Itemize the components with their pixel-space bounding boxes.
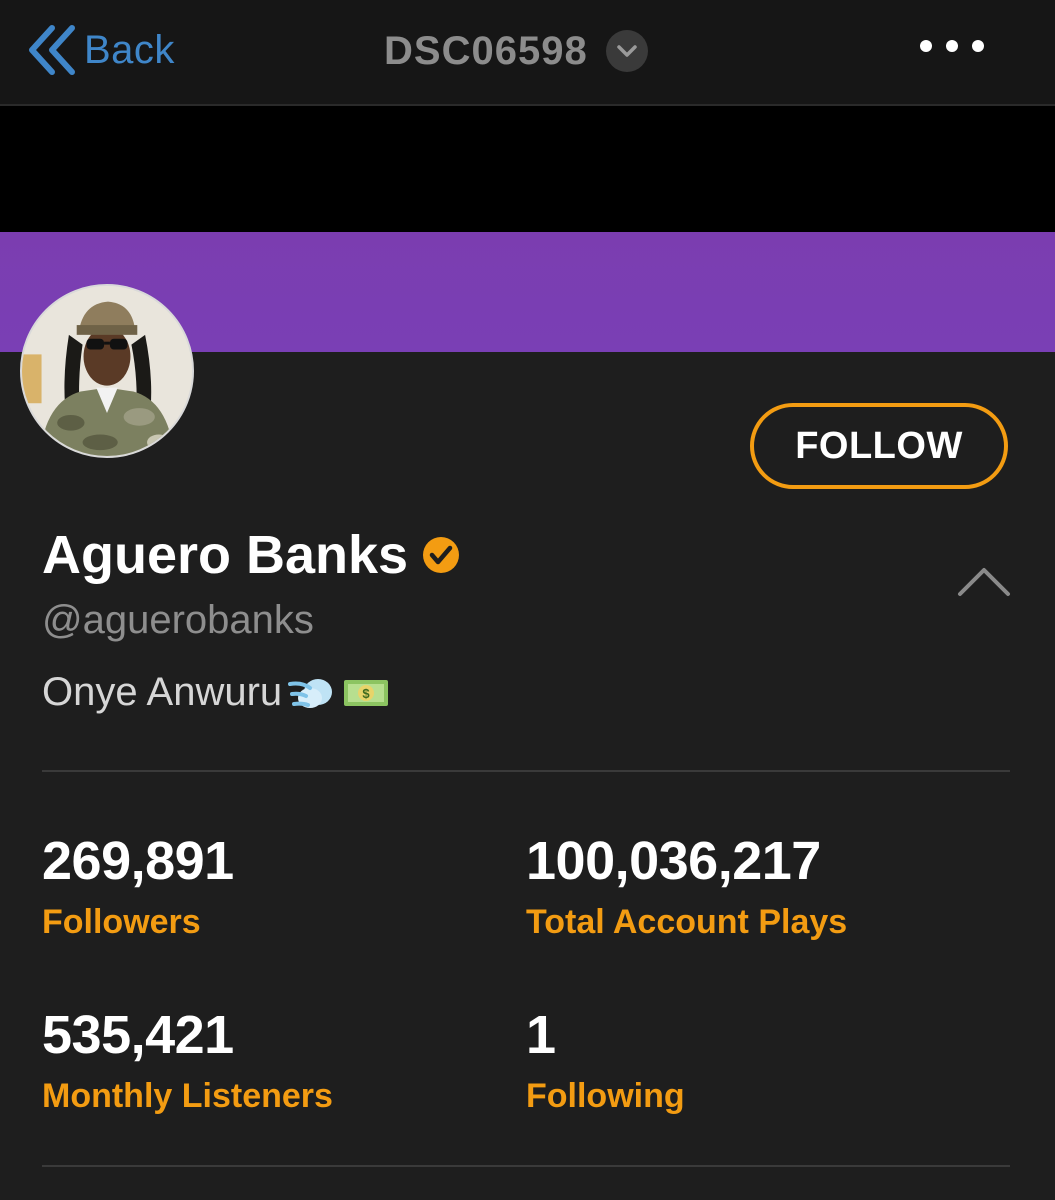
dollar-banknote-emoji-icon: $ (344, 679, 389, 706)
profile-bio: Onye Anwuru $ (42, 670, 390, 715)
profile-name: Aguero Banks (42, 525, 409, 585)
following-count[interactable]: 1 (526, 1004, 556, 1066)
more-options-icon[interactable] (920, 28, 984, 64)
more-dot (972, 40, 984, 52)
dashing-away-emoji-icon (288, 678, 333, 708)
bio-text: Onye Anwuru (42, 670, 283, 714)
header-image-area (0, 106, 1055, 232)
monthly-listeners-label: Monthly Listeners (42, 1077, 333, 1115)
back-button[interactable]: Back (26, 22, 175, 78)
avatar[interactable] (20, 284, 194, 458)
total-plays-count: 100,036,217 (526, 831, 821, 891)
followers-count[interactable]: 269,891 (42, 830, 234, 892)
more-dot (920, 40, 932, 52)
divider (42, 1165, 1010, 1167)
follow-button[interactable]: FOLLOW (750, 403, 1008, 489)
profile-handle: @aguerobanks (42, 598, 314, 642)
total-plays-label: Total Account Plays (526, 903, 848, 941)
svg-text:$: $ (363, 686, 371, 701)
chevron-up-icon[interactable] (956, 562, 1012, 602)
title-dropdown[interactable]: DSC06598 (384, 26, 648, 76)
avatar-photo (22, 286, 192, 456)
monthly-listeners-count: 535,421 (42, 1005, 234, 1065)
followers-label[interactable]: Followers (42, 903, 201, 942)
verified-badge-icon (423, 537, 460, 573)
profile-name-row: Aguero Banks (42, 522, 460, 588)
back-label: Back (84, 27, 175, 72)
double-chevron-left-icon (29, 25, 75, 75)
more-dot (946, 40, 958, 52)
top-nav-bar: Back DSC06598 (0, 0, 1055, 106)
chevron-down-icon (605, 30, 648, 72)
divider (42, 770, 1010, 772)
page-title: DSC06598 (384, 28, 588, 73)
following-label[interactable]: Following (526, 1077, 685, 1116)
